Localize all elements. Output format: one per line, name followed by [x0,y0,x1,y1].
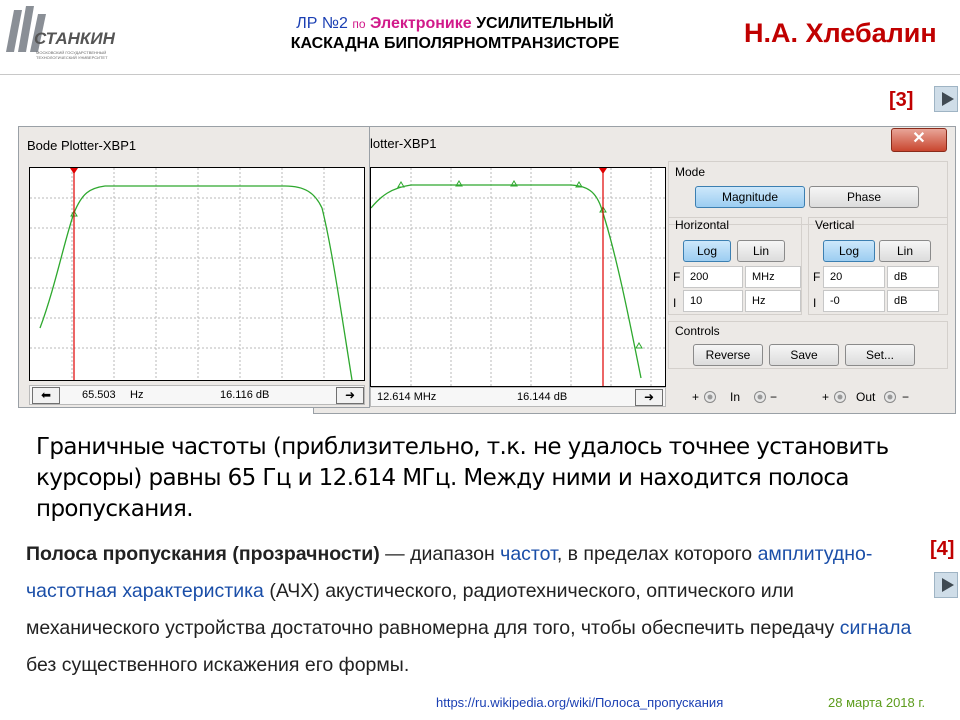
out-plus-terminal[interactable] [834,391,846,403]
bode-plot-1 [29,167,365,381]
horizontal-i-label: I [673,296,677,310]
controls-group: Controls Reverse Save Set... [668,321,948,369]
in-plus-label: + [692,390,700,404]
title-po: по [352,17,366,31]
vertical-i-unit[interactable]: dB [887,290,939,312]
cursor-left-button-1[interactable]: ⬅ [32,387,60,404]
in-plus-terminal[interactable] [704,391,716,403]
footer-date: 28 марта 2018 г. [828,695,926,710]
horizontal-label: Horizontal [675,218,730,232]
bode-plot-2 [370,167,666,387]
vertical-label: Vertical [815,218,855,232]
header-divider [0,74,960,75]
logo-text: СТАНКИН [34,29,116,48]
in-minus-label: − [770,390,778,404]
conclusion-text: Граничные частоты (приблизительно, т.к. … [36,434,889,522]
title-lr: ЛР №2 [296,15,348,32]
window-title-2: lotter-XBP1 [370,136,437,151]
wiki-text-2: , в пределах которого [556,543,758,565]
mode-group: Mode Magnitude Phase [668,161,948,225]
terminals-row: + In − + Out − [668,387,948,407]
horizontal-i-unit[interactable]: Hz [745,290,801,312]
vertical-i-value[interactable]: -0 [823,290,885,312]
horizontal-f-unit[interactable]: MHz [745,266,801,288]
set-button[interactable]: Set... [845,344,915,366]
cursor-right-button-1[interactable]: ➜ [336,387,364,404]
wiki-text-1: — диапазон [379,543,501,565]
vertical-lin-button[interactable]: Lin [879,240,931,262]
horizontal-group: Horizontal Log Lin F 200 MHz I 10 Hz [668,217,802,315]
bode-plotter-window-2: lotter-XBP1 ✕ 12.614 MHz 16.144 dB ➜ Mod… [313,126,956,414]
wiki-link-signal[interactable]: сигнала [840,617,912,639]
magnitude-button[interactable]: Magnitude [695,186,805,208]
cursor-right-button-2[interactable]: ➜ [635,389,663,406]
vertical-f-value[interactable]: 20 [823,266,885,288]
horizontal-i-value[interactable]: 10 [683,290,743,312]
cursor-bar-1: ⬅ 65.503 Hz 16.116 dB ➜ [29,385,365,405]
horizontal-f-label: F [673,270,681,284]
bode-plotter-window-1: Bode Plotter-XBP1 ⬅ 65.503 Hz 16.116 dB … [18,126,370,408]
title-line2: КАСКАДНА БИПОЛЯРНОМТРАНЗИСТОРЕ [290,35,620,52]
cursor-value-1: 16.116 dB [220,389,270,401]
source-url[interactable]: https://ru.wikipedia.org/wiki/Полоса_про… [436,695,723,710]
cursor-freq-1: 65.503 [82,389,116,401]
cursor-bar-2: 12.614 MHz 16.144 dB ➜ [370,387,666,407]
vertical-f-label: F [813,270,821,284]
vertical-f-unit[interactable]: dB [887,266,939,288]
author-name: Н.А. Хлебалин [744,18,937,48]
wiki-definition: Полоса пропускания (прозрачности) — диап… [26,536,926,684]
save-button[interactable]: Save [769,344,839,366]
out-minus-terminal[interactable] [884,391,896,403]
cursor-freq-unit-1: Hz [130,389,144,401]
title-rest: УСИЛИТЕЛЬНЫЙ [471,15,614,32]
out-minus-label: − [902,390,910,404]
phase-button[interactable]: Phase [809,186,919,208]
title-subject: Электронике [370,15,472,32]
reverse-button[interactable]: Reverse [693,344,763,366]
ref-3: [3] [889,89,914,111]
vertical-group: Vertical Log Lin F 20 dB I -0 dB [808,217,948,315]
vertical-log-button[interactable]: Log [823,240,875,262]
mode-label: Mode [675,165,706,179]
next-slide-button-top[interactable] [934,86,958,112]
horizontal-lin-button[interactable]: Lin [737,240,785,262]
slide-title: ЛР №2 по Электронике УСИЛИТЕЛЬНЫЙ КАСКАД… [200,14,710,54]
wiki-term: Полоса пропускания (прозрачности) [26,543,380,565]
next-slide-button-bottom[interactable] [934,572,958,598]
horizontal-log-button[interactable]: Log [683,240,731,262]
vertical-i-label: I [813,296,817,310]
in-minus-terminal[interactable] [754,391,766,403]
cursor-freq-2: 12.614 MHz [377,391,437,403]
out-plus-label: + [822,390,830,404]
horizontal-f-value[interactable]: 200 [683,266,743,288]
stankin-logo: СТАНКИН МОСКОВСКИЙ ГОСУДАРСТВЕННЫЙ ТЕХНО… [0,0,122,72]
close-button[interactable]: ✕ [891,128,947,152]
wiki-text-4: без существенного искажения его формы. [26,654,410,676]
out-label: Out [856,390,876,404]
controls-label: Controls [675,324,720,338]
ref-4: [4] [930,538,955,560]
wiki-link-frequencies[interactable]: частот [500,543,557,565]
svg-text:ТЕХНОЛОГИЧЕСКИЙ УНИВЕРСИТЕТ: ТЕХНОЛОГИЧЕСКИЙ УНИВЕРСИТЕТ [36,55,108,60]
window-title-1: Bode Plotter-XBP1 [27,138,137,153]
in-label: In [730,390,741,404]
cursor-value-2: 16.144 dB [517,391,568,403]
